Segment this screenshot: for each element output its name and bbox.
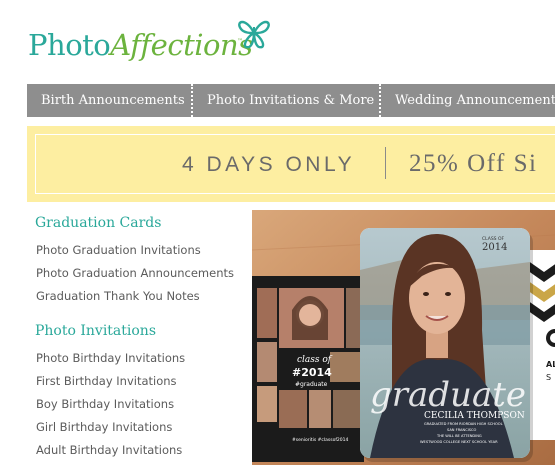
- link-adult-birthday-invitations[interactable]: Adult Birthday Invitations: [36, 443, 182, 457]
- link-girl-birthday-invitations[interactable]: Girl Birthday Invitations: [36, 420, 172, 434]
- nav-item-photo-invitations[interactable]: Photo Invitations & More: [207, 84, 374, 117]
- chevron-card-text: ALE: [546, 360, 555, 369]
- section-title-photo-invitations[interactable]: Photo Invitations: [35, 323, 156, 339]
- hero-image[interactable]: class of #2014 #graduate #senioritis #cl…: [252, 210, 555, 465]
- link-photo-graduation-announcements[interactable]: Photo Graduation Announcements: [36, 266, 234, 280]
- logo-part-affections: Affections: [110, 28, 253, 62]
- graduate-script: graduate: [370, 375, 526, 415]
- graduate-line1: GRADUATED FROM RIORDAN HIGH SCHOOL: [424, 422, 503, 426]
- logo-part-photo: Photo: [28, 28, 111, 62]
- link-photo-graduation-invitations[interactable]: Photo Graduation Invitations: [36, 243, 201, 257]
- promo-banner[interactable]: 4 DAYS ONLY 25% Off Si: [27, 126, 555, 202]
- section-title-graduation-cards[interactable]: Graduation Cards: [35, 215, 161, 231]
- nav-divider: [191, 84, 193, 117]
- class-year: 2014: [482, 242, 507, 253]
- link-first-birthday-invitations[interactable]: First Birthday Invitations: [36, 374, 177, 388]
- chevron-card-text2: S: [546, 373, 551, 382]
- collage-tag: #graduate: [295, 381, 328, 388]
- promo-days-only: 4 DAYS ONLY: [182, 153, 356, 176]
- nav-item-wedding-announcements[interactable]: Wedding Announcements: [395, 84, 555, 117]
- link-boy-birthday-invitations[interactable]: Boy Birthday Invitations: [36, 397, 174, 411]
- collage-year: #2014: [292, 366, 332, 379]
- graduate-name: CECILIA THOMPSON: [424, 411, 525, 421]
- butterfly-icon: [238, 20, 270, 49]
- promo-discount: 25% Off Si: [409, 150, 538, 177]
- graduate-line2: SAN FRANCISCO: [447, 428, 477, 432]
- hero-graduation-cards-illustration: class of #2014 #graduate #senioritis #cl…: [252, 210, 555, 465]
- collage-script: class of: [297, 355, 333, 365]
- graduate-line3: THE WILL BE ATTENDING: [436, 434, 482, 438]
- nav-item-birth-announcements[interactable]: Birth Announcements: [41, 84, 185, 117]
- main-nav: Birth Announcements Photo Invitations & …: [27, 84, 555, 117]
- promo-divider: [385, 147, 386, 179]
- link-graduation-thank-you-notes[interactable]: Graduation Thank You Notes: [36, 289, 200, 303]
- link-photo-birthday-invitations[interactable]: Photo Birthday Invitations: [36, 351, 185, 365]
- logo-text: PhotoAffections: [28, 28, 253, 62]
- graduate-line4: WESTWOOD COLLEGE NEXT SCHOOL YEAR: [420, 440, 498, 444]
- nav-divider: [379, 84, 381, 117]
- collage-footer: #senioritis #classof2014: [292, 437, 348, 443]
